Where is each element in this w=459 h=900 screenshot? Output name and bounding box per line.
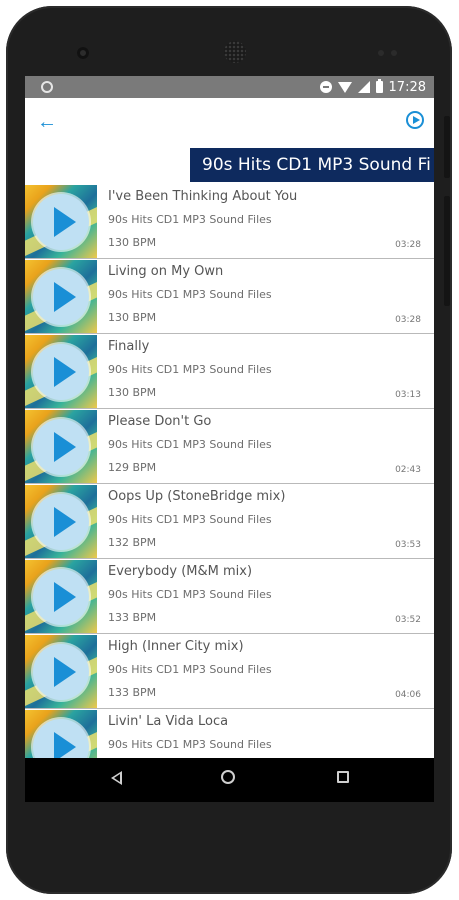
front-camera-icon bbox=[77, 47, 89, 59]
album-art-thumbnail[interactable] bbox=[25, 710, 97, 758]
track-duration: 03:53 bbox=[395, 540, 421, 550]
system-navigation-bar bbox=[25, 758, 434, 802]
play-icon bbox=[54, 282, 76, 312]
status-time: 17:28 bbox=[388, 79, 426, 95]
app-bar: ← bbox=[25, 98, 434, 148]
nav-home-icon[interactable] bbox=[221, 770, 235, 784]
app-screen: 17:28 ← 90s Hits CD1 MP3 Sound Fi I've B… bbox=[25, 76, 434, 758]
track-row[interactable]: I've Been Thinking About You 90s Hits CD1… bbox=[25, 184, 434, 259]
album-art-thumbnail[interactable] bbox=[25, 410, 97, 483]
play-icon bbox=[54, 732, 76, 758]
light-sensor-icon bbox=[391, 50, 397, 56]
track-bpm: 130 BPM bbox=[108, 236, 157, 249]
track-row[interactable]: Living on My Own 90s Hits CD1 MP3 Sound F… bbox=[25, 259, 434, 334]
track-title: Please Don't Go bbox=[108, 414, 212, 429]
track-title: I've Been Thinking About You bbox=[108, 189, 298, 204]
track-title: Finally bbox=[108, 339, 150, 354]
wifi-icon bbox=[337, 81, 352, 93]
track-duration: 03:28 bbox=[395, 315, 421, 325]
play-icon bbox=[54, 432, 76, 462]
album-art-thumbnail[interactable] bbox=[25, 185, 97, 258]
track-row[interactable]: Oops Up (StoneBridge mix) 90s Hits CD1 MP… bbox=[25, 484, 434, 559]
track-bpm: 130 BPM bbox=[108, 311, 157, 324]
notification-icon bbox=[41, 81, 53, 93]
track-bpm: 133 BPM bbox=[108, 686, 157, 699]
nav-back-icon[interactable] bbox=[111, 771, 122, 785]
track-title: High (Inner City mix) bbox=[108, 639, 244, 654]
proximity-sensor-icon bbox=[378, 50, 384, 56]
earpiece-speaker-icon bbox=[224, 41, 246, 63]
album-art-thumbnail[interactable] bbox=[25, 485, 97, 558]
track-row[interactable]: Please Don't Go 90s Hits CD1 MP3 Sound Fi… bbox=[25, 409, 434, 484]
track-album: 90s Hits CD1 MP3 Sound Files bbox=[108, 513, 272, 526]
track-duration: 02:43 bbox=[395, 465, 421, 475]
track-title: Everybody (M&M mix) bbox=[108, 564, 253, 579]
track-row[interactable]: High (Inner City mix) 90s Hits CD1 MP3 So… bbox=[25, 634, 434, 709]
track-duration: 03:52 bbox=[395, 615, 421, 625]
track-row[interactable]: Finally 90s Hits CD1 MP3 Sound Files 130 B… bbox=[25, 334, 434, 409]
power-button bbox=[444, 196, 450, 306]
album-art-thumbnail[interactable] bbox=[25, 260, 97, 333]
track-title: Living on My Own bbox=[108, 264, 224, 279]
nav-recents-icon[interactable] bbox=[337, 771, 349, 783]
track-duration: 03:28 bbox=[395, 240, 421, 250]
track-album: 90s Hits CD1 MP3 Sound Files bbox=[108, 288, 272, 301]
album-art-thumbnail[interactable] bbox=[25, 335, 97, 408]
track-duration: 04:06 bbox=[395, 690, 421, 700]
status-bar: 17:28 bbox=[25, 76, 434, 98]
track-bpm: 132 BPM bbox=[108, 536, 157, 549]
track-list: I've Been Thinking About You 90s Hits CD1… bbox=[25, 184, 434, 758]
do-not-disturb-icon bbox=[319, 81, 332, 93]
volume-button bbox=[444, 116, 450, 178]
track-title: Livin' La Vida Loca bbox=[108, 714, 229, 729]
status-icons: 17:28 bbox=[319, 78, 426, 96]
play-icon bbox=[54, 207, 76, 237]
play-icon bbox=[54, 507, 76, 537]
battery-icon bbox=[375, 79, 383, 93]
track-title: Oops Up (StoneBridge mix) bbox=[108, 489, 286, 504]
play-icon bbox=[54, 657, 76, 687]
track-row[interactable]: Everybody (M&M mix) 90s Hits CD1 MP3 Soun… bbox=[25, 559, 434, 634]
track-bpm: 133 BPM bbox=[108, 611, 157, 624]
track-row[interactable]: Livin' La Vida Loca 90s Hits CD1 MP3 Soun… bbox=[25, 709, 434, 758]
track-album: 90s Hits CD1 MP3 Sound Files bbox=[108, 438, 272, 451]
track-bpm: 129 BPM bbox=[108, 461, 157, 474]
play-icon bbox=[54, 357, 76, 387]
track-album: 90s Hits CD1 MP3 Sound Files bbox=[108, 588, 272, 601]
track-album: 90s Hits CD1 MP3 Sound Files bbox=[108, 663, 272, 676]
signal-icon bbox=[357, 81, 370, 93]
album-title-banner: 90s Hits CD1 MP3 Sound Fi bbox=[190, 148, 434, 182]
album-art-thumbnail[interactable] bbox=[25, 560, 97, 633]
album-art-thumbnail[interactable] bbox=[25, 635, 97, 708]
track-duration: 03:13 bbox=[395, 390, 421, 400]
track-album: 90s Hits CD1 MP3 Sound Files bbox=[108, 213, 272, 226]
track-album: 90s Hits CD1 MP3 Sound Files bbox=[108, 738, 272, 751]
play-icon bbox=[54, 582, 76, 612]
track-album: 90s Hits CD1 MP3 Sound Files bbox=[108, 363, 272, 376]
track-bpm: 130 BPM bbox=[108, 386, 157, 399]
back-arrow-icon[interactable]: ← bbox=[35, 112, 59, 132]
play-all-icon[interactable] bbox=[406, 111, 424, 129]
